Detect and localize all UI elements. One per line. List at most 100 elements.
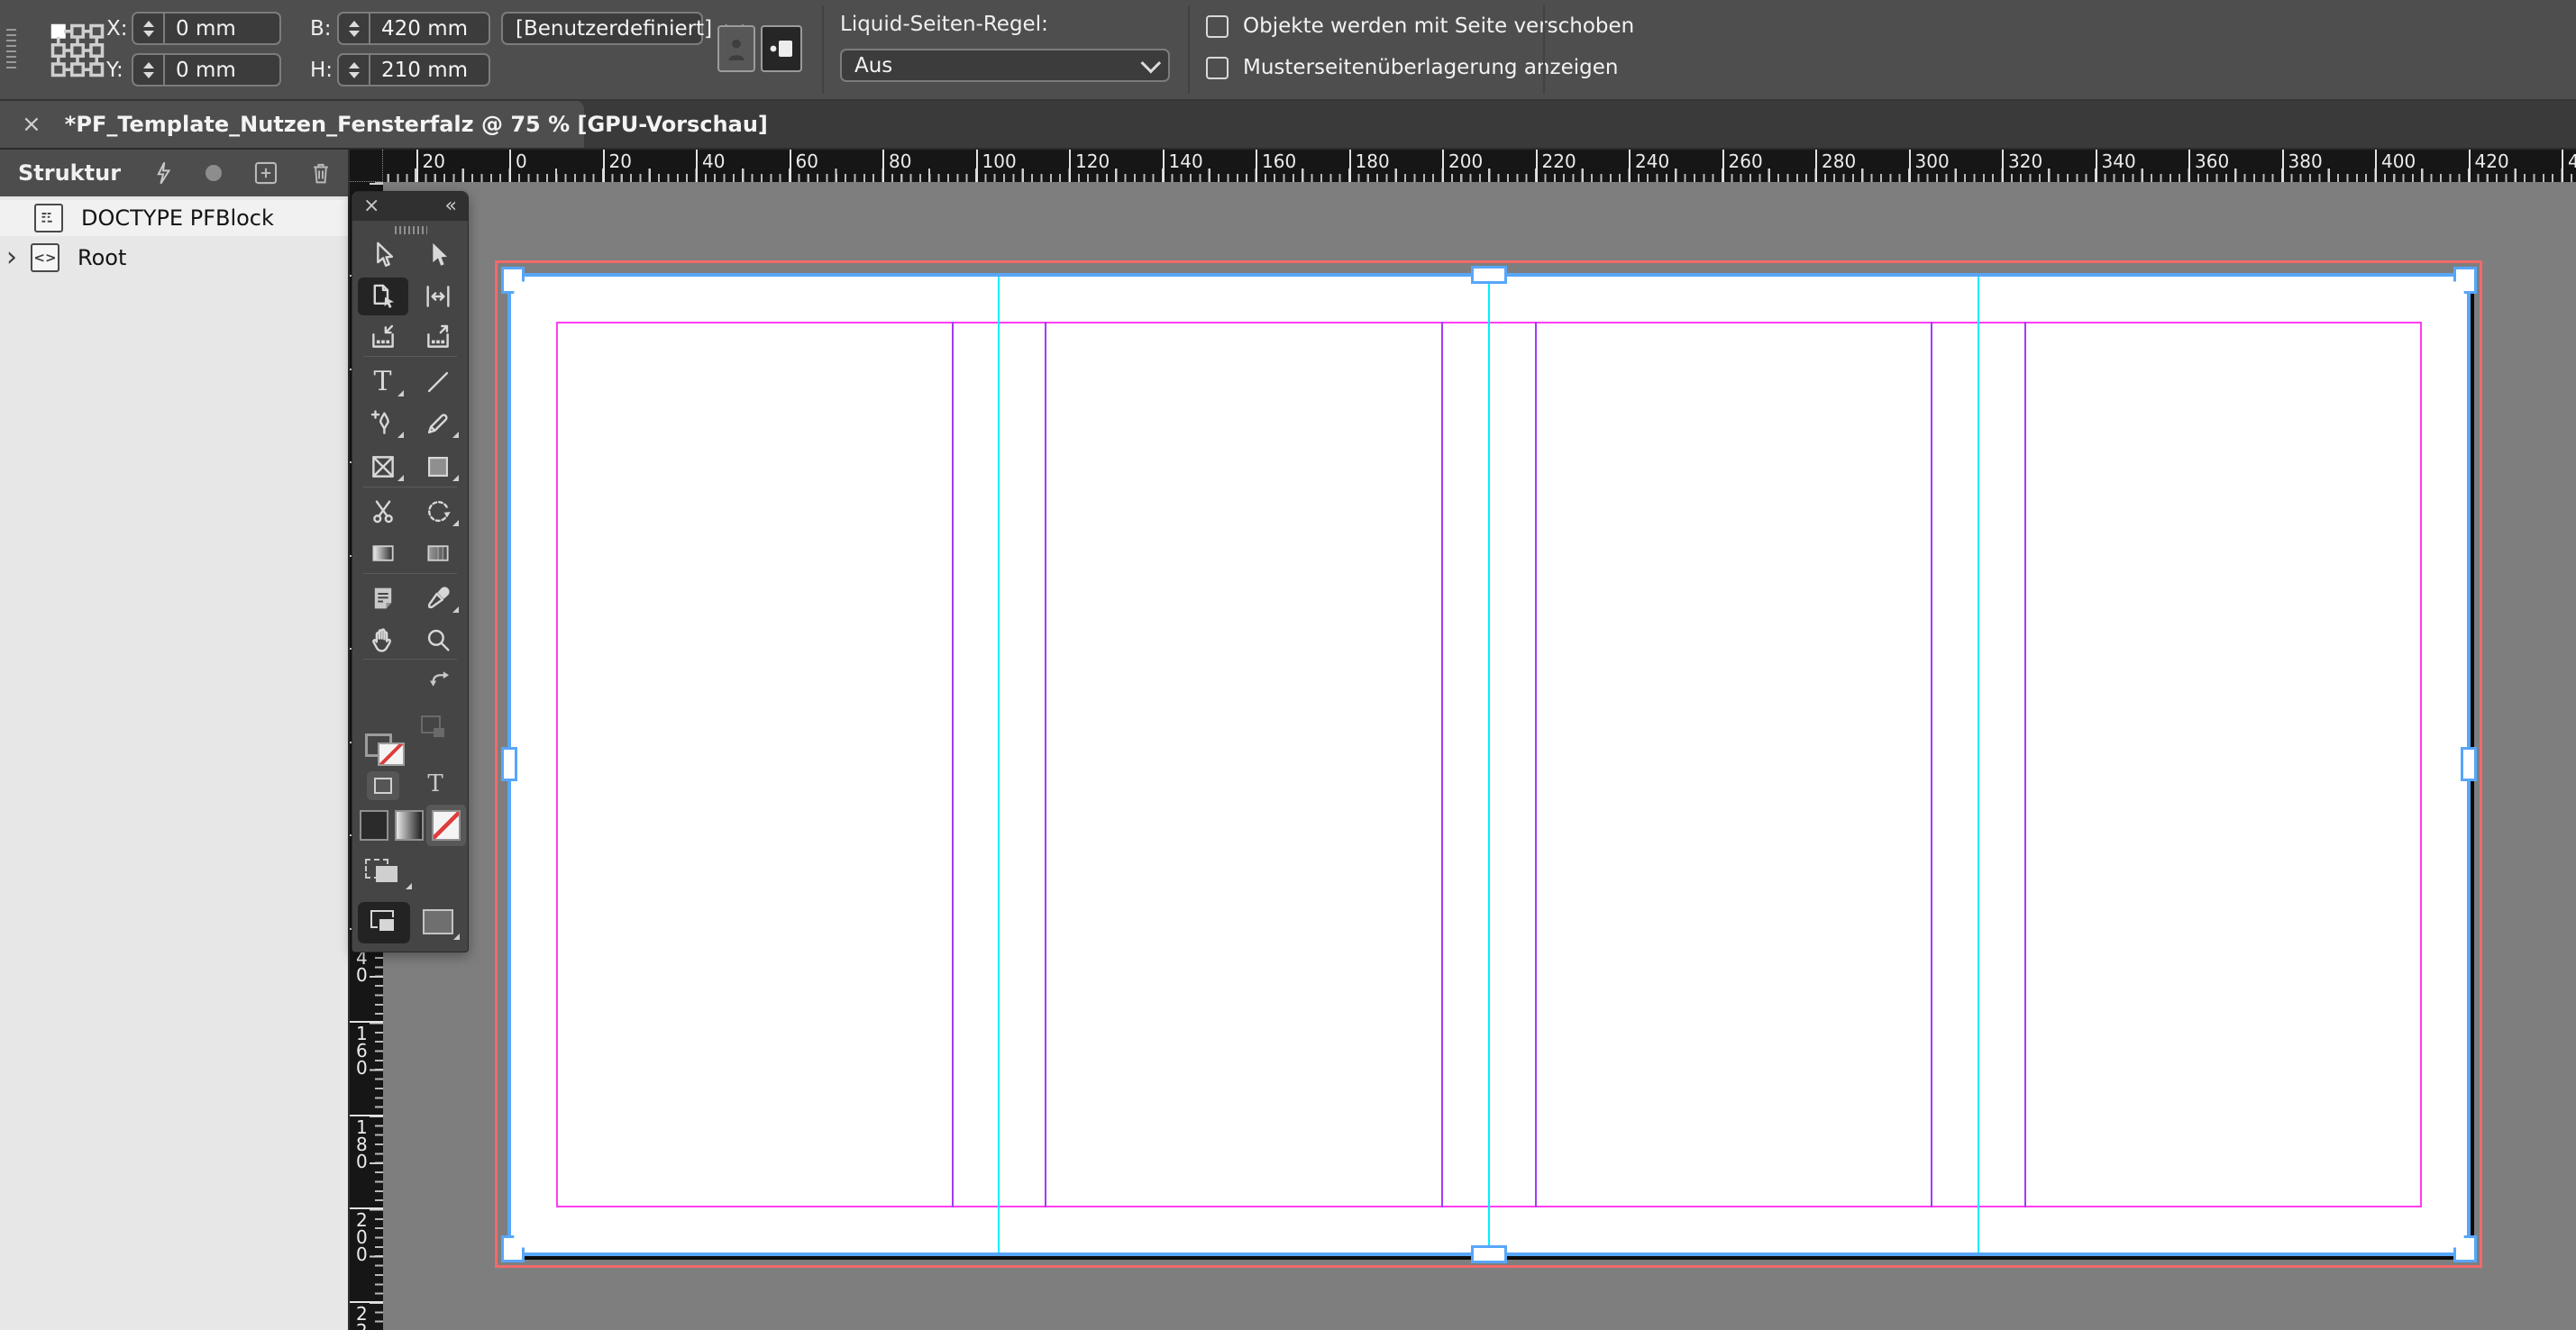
line-tool[interactable] [413, 363, 463, 401]
rectangle-tool[interactable] [413, 448, 463, 486]
x-field[interactable]: 0 mm [132, 12, 281, 45]
zoom-tool[interactable] [413, 621, 463, 659]
scissors-tool[interactable] [358, 493, 408, 531]
landscape-orientation-button[interactable] [761, 25, 802, 72]
normal-view-mode-button[interactable] [358, 902, 410, 943]
frame-edges-icon[interactable] [365, 859, 405, 886]
ruler-origin-box[interactable] [350, 150, 383, 182]
document-tab[interactable]: × *PF_Template_Nutzen_Fensterfalz @ 75 %… [0, 101, 584, 148]
master-overlay-checkbox[interactable] [1206, 57, 1229, 79]
horizontal-ruler[interactable]: 2002040608010012014016018020022024026028… [383, 150, 2576, 182]
x-stepper[interactable] [133, 14, 165, 43]
ruler-tick: 160 [1256, 150, 1257, 182]
direct-selection-tool[interactable] [358, 237, 408, 275]
y-field[interactable]: 0 mm [132, 53, 281, 87]
validate-lightning-icon[interactable] [153, 161, 173, 185]
ruler-tick: 360 [2188, 150, 2190, 182]
gap-tool[interactable] [413, 278, 463, 315]
selection-tool[interactable] [413, 237, 463, 275]
page-size-preset-dropdown[interactable]: [Benutzerdefiniert] [501, 12, 703, 45]
expander-chevron-icon[interactable]: › [0, 244, 23, 271]
liquid-rule-label: Liquid-Seiten-Regel: [840, 13, 1048, 36]
ruler-tick: 440 [2562, 150, 2563, 182]
ruler-tick: 0 [509, 150, 511, 182]
control-bar: X: 0 mm Y: 0 mm B: 420 mm H: 210 mm [Ben… [0, 0, 2576, 101]
ruler-tick: 180 [350, 1115, 383, 1116]
ruler-tick: 20 [416, 150, 418, 182]
close-icon[interactable]: × [363, 196, 379, 216]
panel-grip[interactable] [395, 226, 427, 234]
page-midpoint-handle-right[interactable] [2461, 747, 2477, 781]
ruler-tick: 240 [1629, 150, 1631, 182]
separator [822, 5, 824, 94]
trash-icon[interactable] [310, 161, 332, 185]
reference-point-proxy-icon[interactable] [50, 23, 105, 77]
objects-move-checkbox-row: Objekte werden mit Seite verschoben [1206, 14, 1634, 38]
chevron-down-icon [1141, 52, 1162, 73]
frame-tool[interactable] [358, 448, 408, 486]
document-canvas [383, 182, 2576, 1330]
structure-panel: Struktur DOCTYPE PFBlock [0, 150, 350, 1330]
indesign-window: X: 0 mm Y: 0 mm B: 420 mm H: 210 mm [Ben… [0, 0, 2576, 1330]
gradient-feather-tool[interactable] [413, 534, 463, 572]
ruler-tick: 220 [350, 1301, 383, 1303]
collapse-icon[interactable]: « [445, 196, 457, 216]
height-value[interactable]: 210 mm [370, 59, 468, 82]
preview-mode-button[interactable] [423, 909, 453, 934]
ruler-tick: 340 [2096, 150, 2097, 182]
structure-item-label: Root [78, 245, 126, 270]
y-value[interactable]: 0 mm [165, 59, 236, 82]
tools-panel: × « [352, 191, 469, 952]
structure-item-root[interactable]: › <> Root [0, 240, 348, 276]
note-tool[interactable] [358, 579, 408, 617]
portrait-orientation-button[interactable] [717, 25, 755, 72]
free-transform-tool[interactable] [413, 493, 463, 531]
height-field[interactable]: 210 mm [337, 53, 490, 87]
landscape-icon [767, 36, 796, 61]
tab-close-icon[interactable]: × [22, 113, 41, 136]
page-midpoint-handle-bottom[interactable] [1471, 1245, 1507, 1263]
content-placer-tool[interactable] [413, 318, 463, 356]
objects-move-label: Objekte werden mit Seite verschoben [1243, 14, 1634, 38]
y-stepper[interactable] [133, 55, 165, 85]
structure-item-doctype[interactable]: DOCTYPE PFBlock [0, 200, 348, 236]
width-field[interactable]: 420 mm [337, 12, 490, 45]
type-tool[interactable]: T [358, 363, 408, 401]
apply-gradient-button[interactable] [395, 810, 424, 841]
ruler-tick: 260 [1722, 150, 1724, 182]
master-overlay-label: Musterseitenüberlagerung anzeigen [1243, 56, 1618, 79]
structure-panel-title: Struktur [18, 160, 121, 186]
width-value[interactable]: 420 mm [370, 17, 468, 41]
element-tag-icon: <> [31, 243, 59, 272]
format-affects-text-button[interactable]: T [419, 770, 452, 798]
ruler-tick: 380 [2282, 150, 2284, 182]
add-element-icon[interactable] [254, 161, 278, 185]
page-midpoint-handle-left[interactable] [501, 747, 517, 781]
page-tool[interactable] [358, 278, 408, 315]
pen-tool[interactable] [358, 405, 408, 442]
record-circle-icon[interactable] [206, 165, 222, 181]
swap-fill-stroke-icon[interactable] [428, 666, 453, 689]
tab-title: *PF_Template_Nutzen_Fensterfalz @ 75 % [… [65, 112, 768, 137]
ruler-tick: 140 [1163, 150, 1165, 182]
apply-color-button[interactable] [360, 810, 388, 841]
width-stepper[interactable] [339, 14, 370, 43]
ruler-tick: 420 [2469, 150, 2471, 182]
default-fill-stroke-icon[interactable] [421, 715, 441, 733]
pencil-tool[interactable] [413, 405, 463, 442]
separator [1543, 5, 1545, 94]
panel-grip[interactable] [6, 29, 16, 72]
objects-move-checkbox[interactable] [1206, 15, 1229, 38]
apply-none-button[interactable] [426, 805, 466, 846]
x-value[interactable]: 0 mm [165, 17, 236, 41]
width-label: B: [310, 17, 332, 41]
hand-tool[interactable] [358, 621, 408, 659]
gradient-swatch-tool[interactable] [358, 534, 408, 572]
content-collector-tool[interactable] [358, 318, 408, 356]
fill-proxy-swatch-none[interactable] [378, 742, 405, 766]
page-midpoint-handle-top[interactable] [1471, 266, 1507, 284]
liquid-rule-dropdown[interactable]: Aus [840, 49, 1170, 82]
height-stepper[interactable] [339, 55, 370, 85]
format-affects-container-button[interactable] [367, 771, 399, 800]
eyedropper-tool[interactable] [413, 579, 463, 617]
